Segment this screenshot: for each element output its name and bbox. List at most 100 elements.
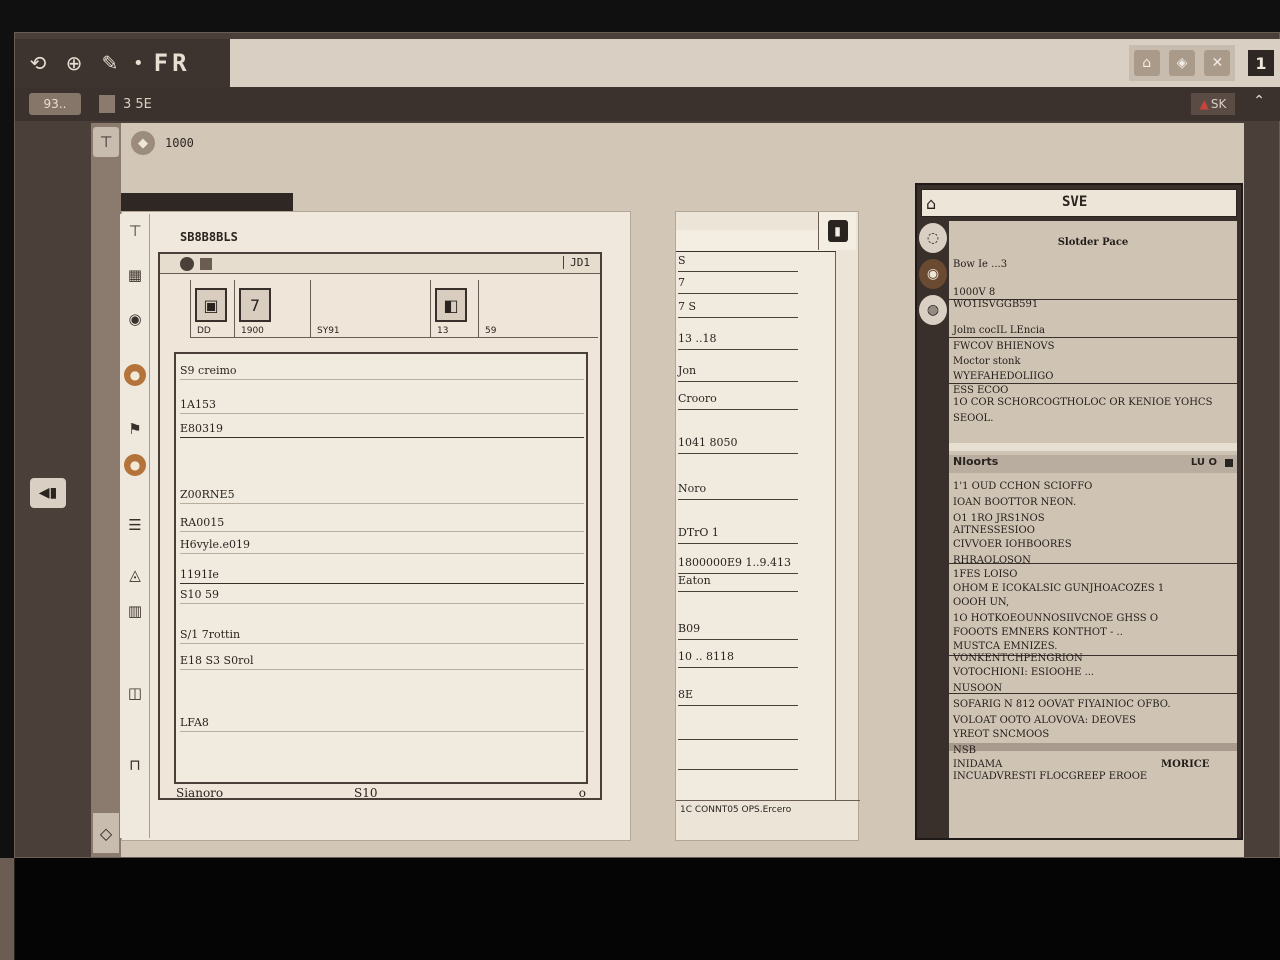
detail-body: Nloorts LU O MORICE Slotder Pace Bow Ie .…: [949, 221, 1237, 838]
detail-line: YREOT SNCMOOS: [953, 729, 1050, 740]
toolbar-tab[interactable]: 93..: [29, 93, 81, 115]
list-item[interactable]: LFA8: [180, 712, 584, 732]
stop-icon[interactable]: [200, 258, 212, 270]
toolbar-tool[interactable]: 3 5E: [99, 93, 152, 115]
list-item[interactable]: 1A153: [180, 394, 584, 414]
footer-mid: S10: [354, 786, 378, 800]
section-toggle-icon[interactable]: [1225, 459, 1233, 467]
middle-footer: 1C CONNT05 OPS.Ercero: [676, 800, 860, 830]
thumbnail[interactable]: ◧ 13: [430, 280, 478, 338]
warning-icon: ▲: [1199, 97, 1209, 111]
list-item[interactable]: 7: [678, 276, 798, 294]
toolbar: 93.. 3 5E ▲ SK ⌃: [15, 87, 1280, 121]
thumbnail[interactable]: ▣ DD: [190, 280, 234, 338]
section-bar[interactable]: Nloorts LU O: [949, 455, 1237, 473]
main-panel: ⊤ ▦ ◉ ● ⚑ ● ☰ ◬ ▥ ◫ ⊓ SB8B8BLS JD1 ▣ DD …: [120, 211, 631, 841]
avatar[interactable]: ◍: [919, 295, 947, 325]
shield-icon[interactable]: ◇: [93, 813, 119, 853]
globe-tool-icon[interactable]: ●: [124, 364, 146, 386]
image-icon: 7: [239, 288, 271, 322]
lock-icon: ▮: [827, 220, 848, 242]
list-item[interactable]: S: [678, 254, 798, 272]
minimize-icon[interactable]: ⌂: [1133, 50, 1160, 76]
detail-line: VOTOCHIONI: ESIOOHE ...: [953, 667, 1095, 678]
thumbnail[interactable]: 59: [478, 280, 596, 338]
list-item[interactable]: DTrO 1: [678, 526, 798, 544]
extra-button[interactable]: 1: [1247, 49, 1275, 77]
list-item[interactable]: 13 ..18: [678, 332, 798, 350]
flag-tool-icon[interactable]: ⚑: [124, 418, 146, 440]
list-item[interactable]: Noro: [678, 482, 798, 500]
detail-line: Jolm cocIL LEncia: [953, 325, 1046, 336]
window-controls: ⌂ ◈ ✕: [1129, 45, 1235, 81]
marker-tool-icon[interactable]: ◉: [124, 308, 146, 330]
grid-tool-icon[interactable]: ▦: [124, 264, 146, 286]
thumbnail-strip: ▣ DD 7 1900 SY91 ◧ 13 59: [190, 280, 598, 338]
list-item[interactable]: Jon: [678, 364, 798, 382]
screen-edge: [0, 858, 14, 960]
fill-tool-icon[interactable]: ◬: [124, 564, 146, 586]
thumbnail[interactable]: 7 1900: [234, 280, 310, 338]
list-item[interactable]: E80319: [180, 418, 584, 438]
home-small-icon[interactable]: ⌂: [926, 194, 936, 213]
list-item[interactable]: 7 S: [678, 300, 798, 318]
list-item[interactable]: RA0015: [180, 512, 584, 532]
app-title: FR: [153, 49, 191, 77]
thumbnail[interactable]: SY91: [310, 280, 430, 338]
avatar[interactable]: ◉: [919, 259, 947, 289]
compass-icon[interactable]: ◆: [131, 131, 155, 155]
chevron-up-icon[interactable]: ⌃: [1253, 93, 1265, 109]
list-item[interactable]: 10 .. 8118: [678, 650, 798, 668]
detail-line: Moctor stonk: [953, 356, 1021, 367]
mode-label[interactable]: JD1: [563, 256, 590, 269]
list-item[interactable]: [678, 752, 798, 770]
lock-button[interactable]: ▮: [818, 212, 856, 250]
maximize-icon[interactable]: ◈: [1168, 50, 1195, 76]
detail-line: SOFARIG N 812 OOVAT FIYAINIOC OFBO.: [953, 699, 1171, 710]
breadcrumb[interactable]: 1000: [165, 136, 194, 150]
detail-line: FWCOV BHIENOVS: [953, 341, 1055, 352]
detail-panel: ⌂ SVE ◌ ◉ ◍ Nloorts LU O MORICE Slotder …: [915, 183, 1243, 840]
warning-badge[interactable]: ▲ SK: [1191, 93, 1235, 115]
avatar[interactable]: ◌: [919, 223, 947, 253]
stand-tool-icon[interactable]: ⊓: [124, 754, 146, 776]
active-tab[interactable]: [121, 193, 293, 213]
list-item[interactable]: 1191Ie: [180, 564, 584, 584]
pen-icon[interactable]: ✎: [97, 51, 123, 75]
layers-tool-icon[interactable]: ◫: [124, 682, 146, 704]
home-icon[interactable]: ⊕: [61, 51, 87, 75]
collapse-arrow-icon[interactable]: ◀▮: [30, 478, 66, 508]
list-item[interactable]: E18 S3 S0rol: [180, 650, 584, 670]
image-icon: ◧: [435, 288, 467, 322]
image-icon: ▣: [195, 288, 227, 322]
table-tool-icon[interactable]: ▥: [124, 600, 146, 622]
thumbnail-caption: SY91: [317, 326, 340, 336]
close-icon[interactable]: ✕: [1204, 50, 1231, 76]
list-item[interactable]: Z00RNE5: [180, 484, 584, 504]
detail-line: O1 1RO JRS1NOS: [953, 513, 1045, 524]
detail-line: VOLOAT OOTO ALOVOVA: DEOVES: [953, 715, 1137, 726]
detail-line: Bow Ie ...3: [953, 259, 1008, 270]
list-item[interactable]: Crooro: [678, 392, 798, 410]
list-item[interactable]: 1041 8050: [678, 436, 798, 454]
list-item[interactable]: 8E: [678, 688, 798, 706]
frame-toolbar: JD1: [160, 254, 600, 274]
middle-list: S 7 7 S 13 ..18 Jon Crooro 1041 8050 Noro DTrO 1…: [676, 252, 836, 800]
pin-tool-icon[interactable]: ⊤: [124, 220, 146, 242]
section-label: Nloorts: [953, 455, 999, 468]
list-item[interactable]: S9 creimo: [180, 360, 584, 380]
detail-line: WO1ISVGGB591: [953, 299, 1039, 310]
list-item[interactable]: Eaton: [678, 574, 798, 592]
footer-right[interactable]: o: [579, 786, 586, 800]
list-item[interactable]: H6vyle.e019: [180, 534, 584, 554]
list-item[interactable]: S10 59: [180, 584, 584, 604]
record-icon[interactable]: [180, 257, 194, 271]
list-item[interactable]: [678, 722, 798, 740]
list-item[interactable]: B09: [678, 622, 798, 640]
stack-tool-icon[interactable]: ☰: [124, 514, 146, 536]
list-item[interactable]: 1800000E9 1..9.413: [678, 556, 798, 574]
pin-icon[interactable]: ⊤: [93, 127, 119, 157]
sun-tool-icon[interactable]: ●: [124, 454, 146, 476]
app-logo-icon[interactable]: ⟲: [25, 51, 51, 75]
list-item[interactable]: S/1 7rottin: [180, 624, 584, 644]
